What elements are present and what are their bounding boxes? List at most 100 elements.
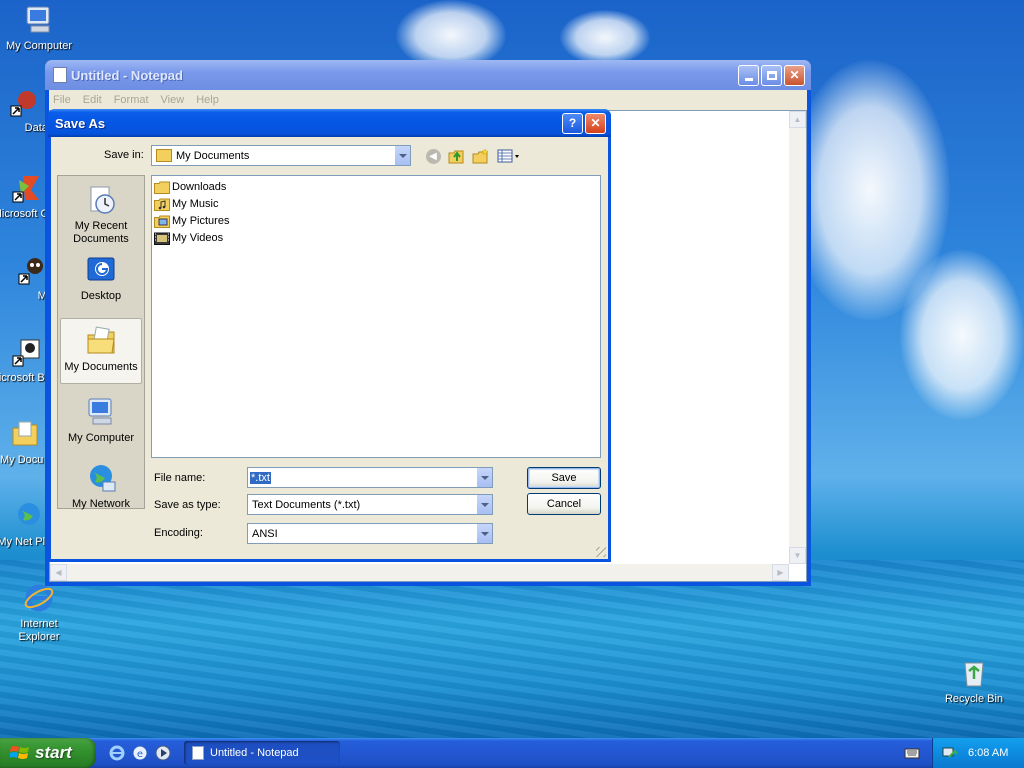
start-button[interactable]: start	[0, 738, 96, 768]
quick-launch-ie-button[interactable]	[108, 744, 126, 762]
scroll-right-button[interactable]: ▶	[772, 564, 789, 581]
chevron-down-icon[interactable]	[476, 524, 492, 543]
quick-launch-media-player-button[interactable]	[154, 744, 172, 762]
menu-help[interactable]: Help	[196, 94, 219, 106]
place-my-recent-documents[interactable]: My Recent Documents	[60, 178, 142, 245]
back-button[interactable]: ◀	[423, 146, 443, 166]
minimize-button[interactable]	[738, 64, 759, 86]
dialog-title: Save As	[55, 115, 106, 131]
scroll-up-button[interactable]: ▲	[789, 111, 806, 128]
recycle-bin-icon	[958, 657, 990, 689]
notepad-titlebar[interactable]: Untitled - Notepad ✕	[45, 60, 811, 90]
encoding-dropdown[interactable]: ANSI	[247, 523, 493, 544]
computer-icon	[23, 4, 55, 36]
taskbar-item-label: Untitled - Notepad	[210, 747, 299, 759]
resize-grip[interactable]	[596, 547, 606, 557]
dialog-close-button[interactable]: ✕	[585, 112, 606, 134]
chevron-down-icon[interactable]	[394, 146, 410, 165]
start-label: start	[35, 743, 72, 762]
horizontal-scrollbar[interactable]: ◀ ▶	[50, 564, 789, 581]
network-globe-icon	[85, 462, 117, 494]
new-folder-button[interactable]	[471, 146, 491, 166]
chevron-down-icon[interactable]	[476, 468, 492, 487]
close-button[interactable]: ✕	[784, 64, 805, 86]
internet-explorer-icon	[23, 582, 55, 614]
music-folder-icon	[154, 198, 170, 211]
place-my-computer[interactable]: My Computer	[60, 390, 142, 454]
views-grid-icon	[497, 149, 519, 163]
list-item[interactable]: My Videos	[154, 230, 223, 246]
save-as-type-label: Save as type:	[154, 499, 221, 511]
places-bar: My Recent Documents Desktop My Documents…	[57, 175, 145, 510]
file-name-input[interactable]: *.txt	[247, 467, 493, 488]
file-list[interactable]: Downloads My Music My Pictures My Videos	[151, 175, 601, 458]
place-desktop[interactable]: Desktop	[60, 248, 142, 312]
place-label: Desktop	[80, 290, 122, 302]
maximize-button[interactable]	[761, 64, 782, 86]
scroll-left-button[interactable]: ◀	[50, 564, 67, 581]
list-item[interactable]: My Music	[154, 196, 218, 212]
save-in-label: Save in:	[104, 149, 144, 161]
quick-launch-outlook-button[interactable]: e	[131, 744, 149, 762]
network-globe-icon	[11, 500, 43, 532]
save-button[interactable]: Save	[527, 467, 601, 489]
chevron-down-icon[interactable]	[476, 495, 492, 514]
maximize-icon	[766, 70, 777, 80]
notepad-title: Untitled - Notepad	[71, 67, 183, 83]
desktop-icon-my-computer[interactable]: My Computer	[0, 4, 78, 53]
notepad-icon	[53, 67, 67, 83]
arrow-right-icon: ▶	[777, 568, 784, 577]
arrow-down-icon: ▼	[793, 551, 802, 560]
arrow-up-icon: ▲	[793, 115, 802, 124]
notepad-icon	[192, 746, 204, 760]
windows-logo-icon	[10, 746, 29, 759]
place-label: My Computer	[67, 432, 135, 444]
views-menu-button[interactable]	[495, 146, 523, 166]
place-my-documents[interactable]: My Documents	[60, 318, 142, 384]
recent-documents-icon	[85, 184, 117, 216]
desktop-icon	[85, 254, 117, 286]
system-tray: 6:08 AM	[932, 738, 1024, 768]
dialog-body: Save in: My Documents ◀ My Recent Docume…	[51, 137, 608, 559]
taskbar-item-notepad[interactable]: Untitled - Notepad	[184, 741, 340, 765]
list-item[interactable]: My Pictures	[154, 213, 229, 229]
network-status-icon[interactable]	[941, 745, 959, 761]
scroll-down-button[interactable]: ▼	[789, 547, 806, 564]
visual-basic-icon	[11, 336, 43, 368]
vertical-scrollbar[interactable]: ▲ ▼	[789, 111, 806, 564]
menu-view[interactable]: View	[161, 94, 185, 106]
up-one-level-button[interactable]	[447, 146, 467, 166]
menu-format[interactable]: Format	[114, 94, 149, 106]
minimize-icon	[744, 77, 753, 81]
place-label: My Documents	[64, 361, 138, 373]
encoding-value: ANSI	[252, 527, 278, 540]
desktop-icon-internet-explorer[interactable]: Internet Explorer	[0, 582, 78, 644]
menu-edit[interactable]: Edit	[83, 94, 102, 106]
notepad-menubar: File Edit Format View Help	[49, 90, 807, 110]
file-name: My Pictures	[172, 215, 230, 227]
svg-text:e: e	[137, 749, 143, 760]
my-documents-small-icon	[156, 149, 172, 162]
save-as-type-dropdown[interactable]: Text Documents (*.txt)	[247, 494, 493, 515]
desktop-icon-recycle-bin[interactable]: Recycle Bin	[935, 657, 1013, 706]
menu-file[interactable]: File	[53, 94, 71, 106]
clock[interactable]: 6:08 AM	[968, 747, 1008, 759]
save-as-titlebar[interactable]: Save As ? ✕	[48, 109, 611, 137]
file-name: My Videos	[172, 232, 224, 244]
file-name-value-wrap: *.txt	[248, 471, 476, 484]
file-name: My Music	[172, 198, 219, 210]
pictures-folder-icon	[154, 215, 170, 228]
save-as-dialog[interactable]: Save As ? ✕ Save in: My Documents ◀ My R…	[48, 109, 611, 562]
keyboard-icon	[904, 748, 920, 759]
close-icon: ✕	[590, 116, 601, 130]
cloud	[900, 250, 1024, 420]
keyboard-tray-button[interactable]	[904, 746, 920, 760]
list-item[interactable]: Downloads	[154, 179, 226, 195]
help-button[interactable]: ?	[562, 112, 583, 134]
save-in-dropdown[interactable]: My Documents	[151, 145, 411, 166]
computer-icon	[85, 396, 117, 428]
cancel-button[interactable]: Cancel	[527, 493, 601, 515]
file-name-label: File name:	[154, 472, 206, 484]
place-my-network[interactable]: My Network	[60, 460, 142, 510]
back-arrow-icon: ◀	[425, 148, 441, 164]
